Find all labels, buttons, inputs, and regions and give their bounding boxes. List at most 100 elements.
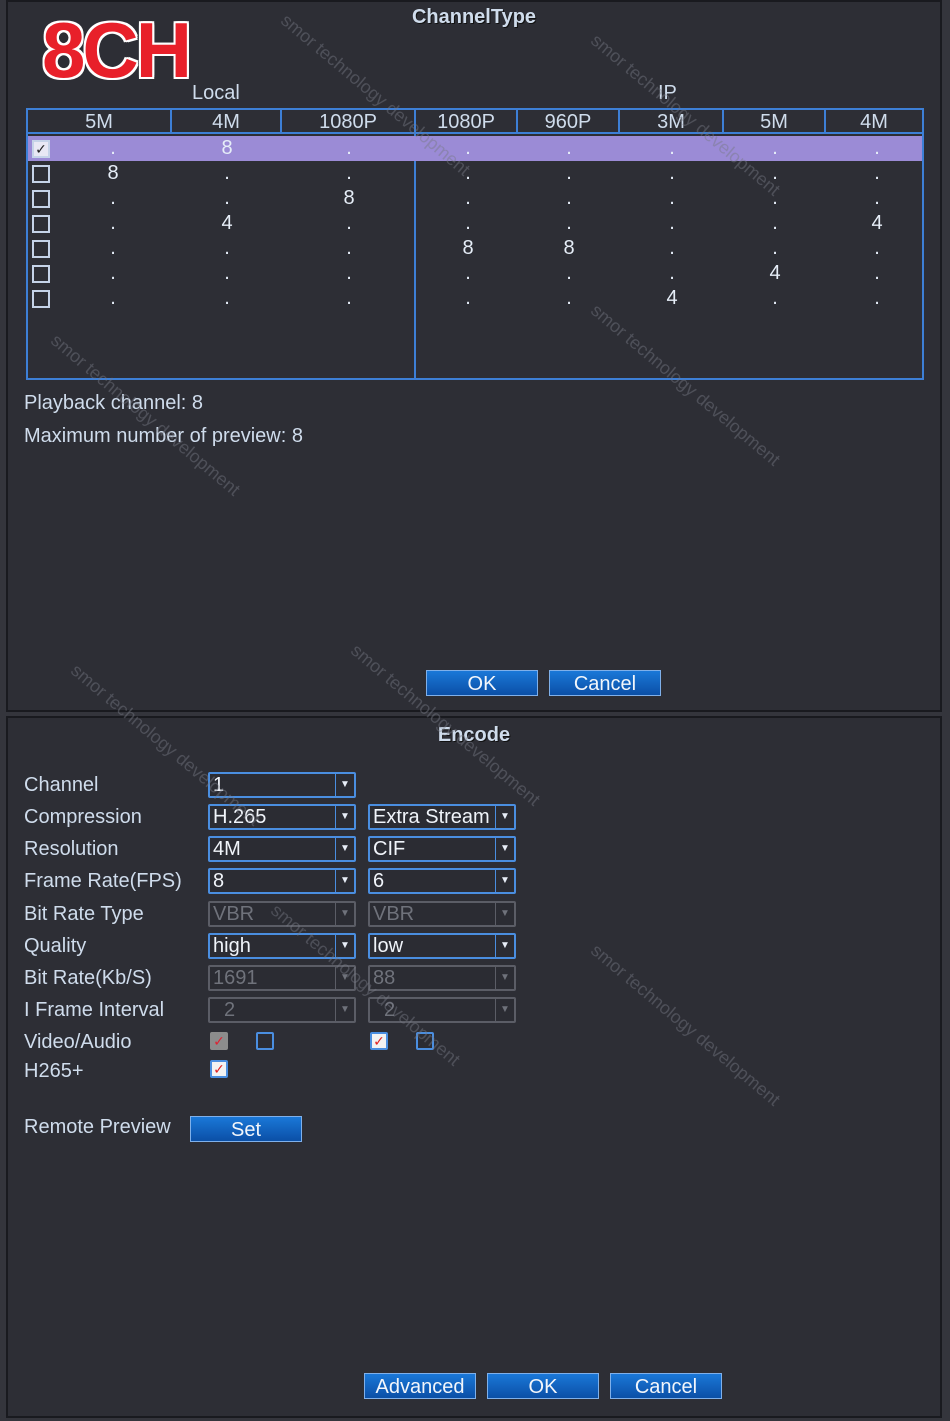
row-checkbox[interactable] <box>32 190 50 208</box>
extra-frame-rate-select[interactable]: 6 ▼ <box>368 868 516 894</box>
table-cell[interactable]: . <box>847 286 907 311</box>
table-cell[interactable]: . <box>539 186 599 211</box>
extra-video-checkbox[interactable]: ✓ <box>370 1032 388 1050</box>
table-row[interactable]: ...... 4. <box>28 261 922 286</box>
chevron-down-icon: ▼ <box>335 838 354 860</box>
encode-ok-button[interactable]: OK <box>487 1373 599 1399</box>
compression-label: Compression <box>24 806 142 828</box>
table-cell[interactable]: . <box>642 236 702 261</box>
channel-type-cancel-button[interactable]: Cancel <box>549 670 661 696</box>
h265plus-checkbox[interactable]: ✓ <box>210 1060 228 1078</box>
table-row[interactable]: ... 8 8... <box>28 236 922 261</box>
table-cell[interactable]: . <box>319 211 379 236</box>
table-row[interactable]: ..... 4.. <box>28 286 922 311</box>
table-cell[interactable]: . <box>438 161 498 186</box>
table-cell[interactable]: . <box>745 286 805 311</box>
encode-cancel-button[interactable]: Cancel <box>610 1373 722 1399</box>
ip-group-label: IP <box>658 82 677 104</box>
table-cell[interactable]: . <box>83 136 143 161</box>
col-header-ip-4m: 4M <box>826 110 922 134</box>
table-cell[interactable]: . <box>197 261 257 286</box>
compression-select[interactable]: H.265 ▼ <box>208 804 356 830</box>
table-cell[interactable]: . <box>847 161 907 186</box>
table-cell[interactable]: . <box>83 211 143 236</box>
row-checkbox[interactable] <box>32 165 50 183</box>
extra-audio-checkbox[interactable] <box>416 1032 434 1050</box>
table-cell[interactable]: . <box>642 136 702 161</box>
table-cell[interactable]: . <box>539 161 599 186</box>
main-frame-rate-select[interactable]: 8 ▼ <box>208 868 356 894</box>
table-cell[interactable]: . <box>197 161 257 186</box>
table-cell[interactable]: . <box>197 236 257 261</box>
table-cell[interactable]: . <box>642 161 702 186</box>
main-resolution-select[interactable]: 4M ▼ <box>208 836 356 862</box>
row-checkbox[interactable] <box>32 290 50 308</box>
row-checkbox[interactable]: ✓ <box>32 140 50 158</box>
chevron-down-icon: ▼ <box>335 774 354 796</box>
table-cell[interactable]: . <box>539 136 599 161</box>
extra-resolution-select[interactable]: CIF ▼ <box>368 836 516 862</box>
table-cell[interactable]: . <box>319 236 379 261</box>
table-cell[interactable]: . <box>438 211 498 236</box>
table-cell[interactable]: . <box>539 261 599 286</box>
table-cell[interactable]: . <box>847 186 907 211</box>
row-checkbox[interactable] <box>32 265 50 283</box>
table-cell[interactable]: . <box>319 136 379 161</box>
table-cell[interactable]: . <box>539 211 599 236</box>
table-cell[interactable]: . <box>438 136 498 161</box>
table-cell[interactable]: 8 <box>438 236 498 261</box>
table-cell[interactable]: . <box>539 286 599 311</box>
table-cell[interactable]: . <box>745 161 805 186</box>
extra-quality-select[interactable]: low ▼ <box>368 933 516 959</box>
main-audio-checkbox[interactable] <box>256 1032 274 1050</box>
table-cell[interactable]: . <box>83 186 143 211</box>
table-cell[interactable]: . <box>745 236 805 261</box>
table-row[interactable]: . 4..... 4 <box>28 211 922 236</box>
table-cell[interactable]: 4 <box>642 286 702 311</box>
table-cell[interactable]: . <box>319 286 379 311</box>
table-cell[interactable]: . <box>642 186 702 211</box>
table-cell[interactable]: 4 <box>847 211 907 236</box>
table-cell[interactable]: . <box>745 211 805 236</box>
table-cell[interactable]: 4 <box>197 211 257 236</box>
table-cell[interactable]: . <box>847 236 907 261</box>
table-cell[interactable]: . <box>197 286 257 311</box>
channel-type-ok-button[interactable]: OK <box>426 670 538 696</box>
table-cell[interactable]: 8 <box>539 236 599 261</box>
remote-preview-label: Remote Preview <box>24 1116 171 1138</box>
row-checkbox[interactable] <box>32 240 50 258</box>
table-cell[interactable]: . <box>847 261 907 286</box>
table-cell[interactable]: . <box>319 261 379 286</box>
table-cell[interactable]: . <box>847 136 907 161</box>
table-cell[interactable]: . <box>745 186 805 211</box>
table-row[interactable]: ✓. 8...... <box>28 136 922 161</box>
table-cell[interactable]: . <box>438 286 498 311</box>
table-cell[interactable]: . <box>83 236 143 261</box>
extra-frame-rate-value: 6 <box>373 870 385 892</box>
remote-preview-set-button[interactable]: Set <box>190 1116 302 1142</box>
table-cell[interactable]: 4 <box>745 261 805 286</box>
table-row[interactable]: .. 8..... <box>28 186 922 211</box>
table-cell[interactable]: . <box>197 186 257 211</box>
local-group-label: Local <box>192 82 240 104</box>
table-cell[interactable]: . <box>319 161 379 186</box>
table-cell[interactable]: . <box>642 261 702 286</box>
main-quality-value: high <box>213 935 251 957</box>
advanced-button[interactable]: Advanced <box>364 1373 476 1399</box>
row-checkbox[interactable] <box>32 215 50 233</box>
table-cell[interactable]: 8 <box>319 186 379 211</box>
stream-select[interactable]: Extra Stream ▼ <box>368 804 516 830</box>
table-cell[interactable]: . <box>438 186 498 211</box>
table-cell[interactable]: 8 <box>83 161 143 186</box>
main-quality-select[interactable]: high ▼ <box>208 933 356 959</box>
channel-select[interactable]: 1 ▼ <box>208 772 356 798</box>
table-cell[interactable]: . <box>438 261 498 286</box>
table-cell[interactable]: . <box>83 261 143 286</box>
table-cell[interactable]: 8 <box>197 136 257 161</box>
table-cell[interactable]: . <box>642 211 702 236</box>
main-bit-rate-type-select: VBR ▼ <box>208 901 356 927</box>
main-bit-rate-select: 1691 ▼ <box>208 965 356 991</box>
table-cell[interactable]: . <box>745 136 805 161</box>
table-row[interactable]: 8....... <box>28 161 922 186</box>
table-cell[interactable]: . <box>83 286 143 311</box>
